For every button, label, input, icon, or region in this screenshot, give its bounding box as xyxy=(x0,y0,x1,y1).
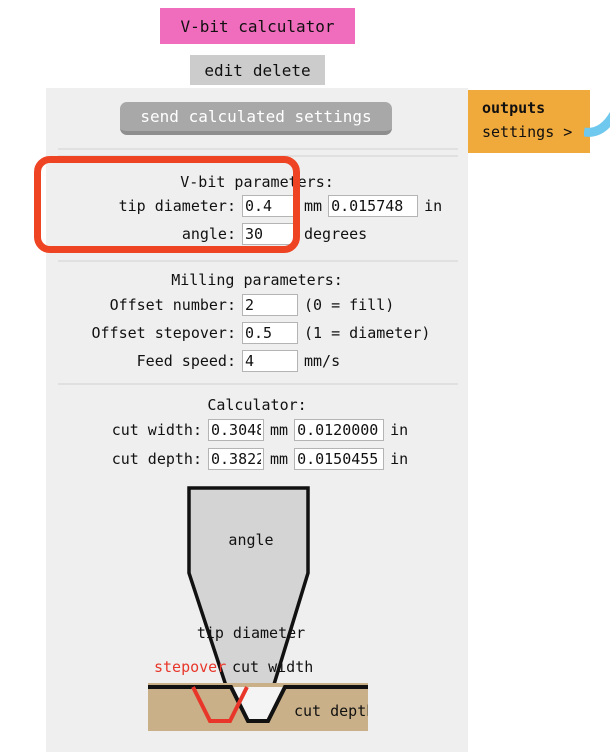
edit-button[interactable]: edit xyxy=(204,61,243,80)
outputs-panel-title: outputs xyxy=(482,99,546,117)
outputs-panel: outputs settings > xyxy=(468,90,590,153)
cut-width-in-output[interactable] xyxy=(294,419,385,441)
cut-depth-row: cut depth: mm in xyxy=(46,447,468,471)
angle-input[interactable] xyxy=(242,223,298,245)
angle-row: angle: degrees xyxy=(46,222,468,246)
cut-depth-in-output[interactable] xyxy=(294,448,385,470)
cut-depth-mm-unit: mm xyxy=(270,450,289,468)
calculator-heading: Calculator: xyxy=(207,396,307,414)
output-connection-wire xyxy=(584,111,610,137)
vbit-parameters-heading: V-bit parameters: xyxy=(180,173,334,191)
cut-depth-label: cut depth: xyxy=(111,450,202,468)
module-action-bar: edit delete xyxy=(190,55,325,85)
cut-width-row: cut width: mm in xyxy=(46,418,468,442)
stock-material-diagram: cut depth xyxy=(148,683,375,731)
divider-top xyxy=(58,148,458,150)
divider-calculator-section xyxy=(58,383,458,385)
module-title-text: V-bit calculator xyxy=(180,16,335,36)
cut-depth-in-unit: in xyxy=(390,450,409,468)
offset-number-label: Offset number: xyxy=(109,296,236,314)
cut-width-label: cut width: xyxy=(111,421,202,439)
offset-stepover-note: (1 = diameter) xyxy=(304,324,431,342)
feed-speed-input[interactable] xyxy=(242,350,298,372)
feed-speed-note: mm/s xyxy=(304,352,341,370)
feed-speed-row: Feed speed: mm/s xyxy=(46,349,468,373)
delete-button[interactable]: delete xyxy=(253,61,311,80)
cut-depth-mm-output[interactable] xyxy=(208,448,264,470)
divider-vbit-section xyxy=(58,155,458,157)
cut-depth-annotation: cut depth xyxy=(294,702,375,720)
tip-diameter-mm-input[interactable] xyxy=(242,195,298,217)
offset-number-note: (0 = fill) xyxy=(304,296,395,314)
tip-diameter-in-unit: in xyxy=(424,197,443,215)
offset-number-row: Offset number: (0 = fill) xyxy=(46,293,468,317)
offset-stepover-label: Offset stepover: xyxy=(91,324,237,342)
cut-width-in-unit: in xyxy=(390,421,409,439)
angle-unit: degrees xyxy=(304,225,368,243)
send-calculated-settings-button[interactable]: send calculated settings xyxy=(120,102,392,135)
divider-milling-section xyxy=(58,260,458,262)
feed-speed-label: Feed speed: xyxy=(136,352,236,370)
vbit-geometry-diagram: angle tip diameter stepover cut width cu… xyxy=(46,478,468,752)
tip-diameter-row: tip diameter: mm in xyxy=(46,194,468,218)
angle-annotation: angle xyxy=(228,531,273,549)
cut-width-mm-unit: mm xyxy=(270,421,289,439)
cut-width-annotation: cut width xyxy=(232,658,313,676)
angle-label: angle: xyxy=(181,225,236,243)
milling-parameters-heading: Milling parameters: xyxy=(171,271,343,289)
tip-diameter-annotation: tip diameter xyxy=(197,624,305,642)
stepover-annotation: stepover xyxy=(154,658,226,676)
output-port-settings[interactable]: settings > xyxy=(482,120,590,144)
tip-diameter-in-input[interactable] xyxy=(328,195,419,217)
offset-stepover-row: Offset stepover: (1 = diameter) xyxy=(46,321,468,345)
offset-stepover-input[interactable] xyxy=(242,322,298,344)
cut-width-mm-output[interactable] xyxy=(208,419,264,441)
tip-diameter-label: tip diameter: xyxy=(118,197,236,215)
tip-diameter-mm-unit: mm xyxy=(304,197,323,215)
module-title-bar[interactable]: V-bit calculator xyxy=(160,8,355,44)
module-body-panel: send calculated settings V-bit parameter… xyxy=(46,88,468,752)
offset-number-input[interactable] xyxy=(242,294,298,316)
